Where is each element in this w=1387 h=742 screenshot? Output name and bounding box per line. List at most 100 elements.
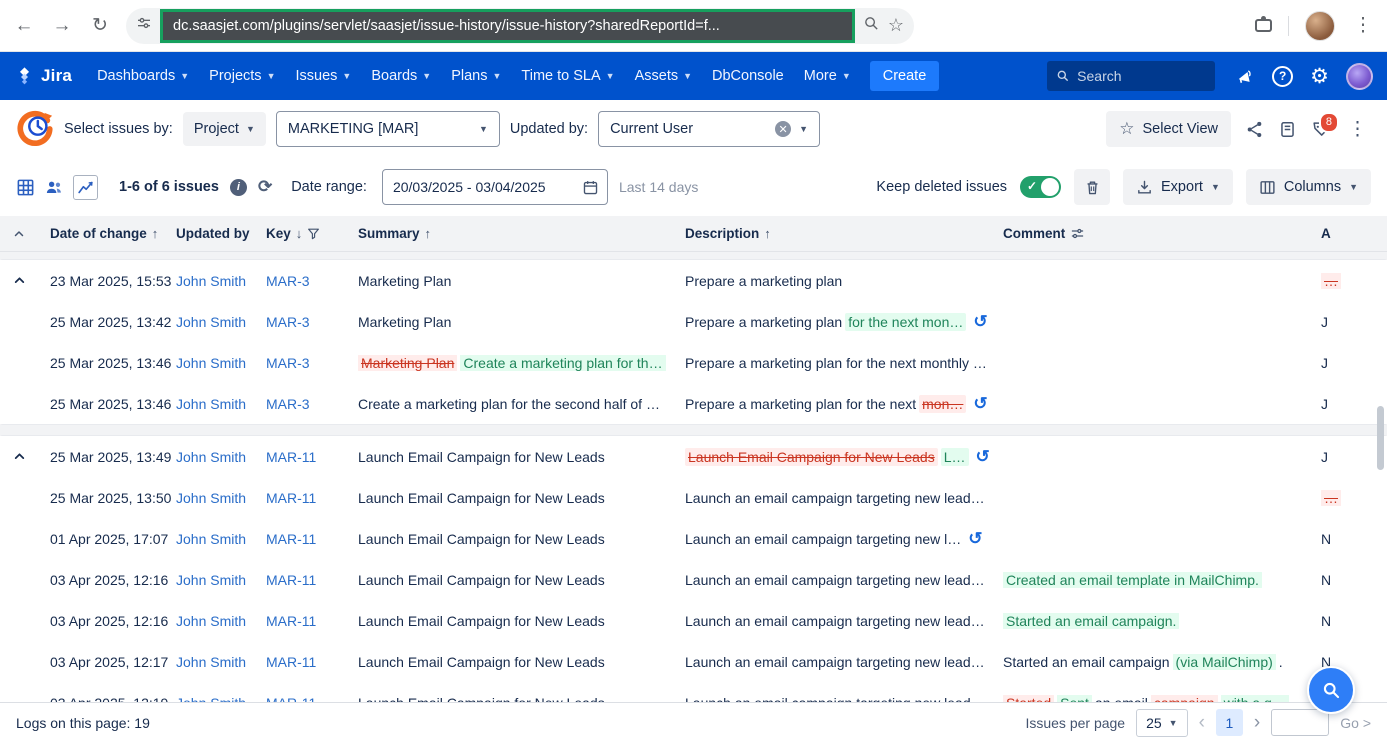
page-number-button[interactable]: 1 <box>1216 709 1243 736</box>
nav-item-projects[interactable]: Projects▼ <box>200 60 284 92</box>
cell-issue-key-link[interactable]: MAR-11 <box>266 654 316 670</box>
undo-change-icon[interactable]: ↺ <box>976 447 990 467</box>
table-row[interactable]: 25 Mar 2025, 13:46John SmithMAR-3Create … <box>0 383 1387 424</box>
sort-asc-icon[interactable]: ↑ <box>152 226 159 241</box>
nav-item-dbconsole[interactable]: DbConsole <box>703 60 793 92</box>
cell-updated-by-link[interactable]: John Smith <box>176 613 246 629</box>
header-date[interactable]: Date of change↑ <box>38 226 176 241</box>
updated-by-select[interactable]: Current User ✕ ▼ <box>598 111 820 147</box>
prev-page-icon[interactable]: ‹ <box>1199 713 1205 732</box>
labels-icon[interactable]: 8 <box>1311 120 1330 139</box>
table-view-icon[interactable] <box>16 178 35 197</box>
site-settings-icon[interactable] <box>136 15 152 36</box>
jira-logo[interactable]: Jira <box>14 66 72 87</box>
chart-view-icon[interactable] <box>73 175 98 200</box>
table-row[interactable]: 23 Mar 2025, 15:53John SmithMAR-3Marketi… <box>0 260 1387 301</box>
cell-issue-key-link[interactable]: MAR-3 <box>266 355 310 371</box>
cell-updated-by-link[interactable]: John Smith <box>176 355 246 371</box>
create-button[interactable]: Create <box>870 61 940 91</box>
go-to-page-label[interactable]: Go > <box>1340 715 1371 731</box>
table-row[interactable]: 25 Mar 2025, 13:50John SmithMAR-11Launch… <box>0 477 1387 518</box>
cell-updated-by-link[interactable]: John Smith <box>176 314 246 330</box>
help-icon[interactable]: ? <box>1272 66 1293 87</box>
clear-filter-icon[interactable]: ✕ <box>775 121 791 137</box>
table-row[interactable]: 03 Apr 2025, 12:19John SmithMAR-11Launch… <box>0 682 1387 702</box>
undo-change-icon[interactable]: ↺ <box>968 529 982 549</box>
table-row[interactable]: 03 Apr 2025, 12:16John SmithMAR-11Launch… <box>0 600 1387 641</box>
page-size-select[interactable]: 25▼ <box>1136 709 1188 737</box>
undo-change-icon[interactable]: ↺ <box>973 312 987 332</box>
trash-icon[interactable] <box>1074 169 1110 205</box>
reload-icon[interactable]: ↻ <box>88 14 112 37</box>
forward-icon[interactable]: → <box>50 15 74 37</box>
back-icon[interactable]: ← <box>12 15 36 37</box>
cell-issue-key-link[interactable]: MAR-11 <box>266 531 316 547</box>
cell-updated-by-link[interactable]: John Smith <box>176 695 246 703</box>
cell-issue-key-link[interactable]: MAR-11 <box>266 695 316 703</box>
extensions-icon[interactable] <box>1255 19 1272 32</box>
cell-issue-key-link[interactable]: MAR-11 <box>266 490 316 506</box>
zoom-icon[interactable] <box>863 15 880 37</box>
nav-item-issues[interactable]: Issues▼ <box>286 60 360 92</box>
cell-updated-by-link[interactable]: John Smith <box>176 449 246 465</box>
cell-updated-by-link[interactable]: John Smith <box>176 531 246 547</box>
bookmark-star-icon[interactable]: ☆ <box>888 15 904 36</box>
filter-mode-dropdown[interactable]: Project▼ <box>183 112 266 146</box>
page-jump-input[interactable] <box>1271 709 1329 736</box>
sort-asc-icon[interactable]: ↑ <box>764 226 771 241</box>
info-icon[interactable]: i <box>230 179 247 196</box>
global-search-input[interactable]: Search <box>1047 61 1215 91</box>
preset-range-text[interactable]: Last 14 days <box>619 179 698 195</box>
header-assignee-clipped[interactable]: A <box>1321 226 1387 241</box>
group-collapse-icon[interactable] <box>13 274 26 287</box>
comment-settings-icon[interactable] <box>1070 226 1085 241</box>
browser-profile-avatar[interactable] <box>1305 11 1335 41</box>
vertical-scrollbar[interactable] <box>1377 406 1384 470</box>
cell-issue-key-link[interactable]: MAR-11 <box>266 572 316 588</box>
nav-item-assets[interactable]: Assets▼ <box>626 60 701 92</box>
cell-updated-by-link[interactable]: John Smith <box>176 490 246 506</box>
cell-updated-by-link[interactable]: John Smith <box>176 273 246 289</box>
address-bar[interactable]: dc.saasjet.com/plugins/servlet/saasjet/i… <box>126 8 914 44</box>
refresh-icon[interactable]: ⟳ <box>258 177 272 197</box>
cell-issue-key-link[interactable]: MAR-11 <box>266 449 316 465</box>
browser-menu-icon[interactable]: ⋮ <box>1351 14 1375 37</box>
header-description[interactable]: Description↑ <box>685 226 1003 241</box>
select-view-button[interactable]: ☆ Select View <box>1106 111 1231 147</box>
header-updated-by[interactable]: Updated by <box>176 226 266 241</box>
table-row[interactable]: 01 Apr 2025, 17:07John SmithMAR-11Launch… <box>0 518 1387 559</box>
nav-item-dashboards[interactable]: Dashboards▼ <box>88 60 198 92</box>
sort-desc-icon[interactable]: ↓ <box>296 226 303 241</box>
announcements-icon[interactable] <box>1235 66 1255 86</box>
share-icon[interactable] <box>1245 120 1264 139</box>
nav-item-boards[interactable]: Boards▼ <box>362 60 440 92</box>
cell-issue-key-link[interactable]: MAR-11 <box>266 613 316 629</box>
nav-item-time-to-sla[interactable]: Time to SLA▼ <box>512 60 623 92</box>
calendar-icon[interactable] <box>582 179 599 196</box>
header-comment[interactable]: Comment <box>1003 226 1321 241</box>
table-row[interactable]: 25 Mar 2025, 13:46John SmithMAR-3Marketi… <box>0 342 1387 383</box>
header-summary[interactable]: Summary↑ <box>358 226 685 241</box>
saved-reports-icon[interactable] <box>1278 120 1297 139</box>
group-collapse-icon[interactable] <box>13 450 26 463</box>
more-options-icon[interactable]: ⋮ <box>1344 118 1371 141</box>
filter-funnel-icon[interactable] <box>307 227 320 240</box>
table-row[interactable]: 03 Apr 2025, 12:16John SmithMAR-11Launch… <box>0 559 1387 600</box>
jira-profile-avatar[interactable] <box>1346 63 1373 90</box>
collapse-all-icon[interactable] <box>13 228 25 240</box>
cell-updated-by-link[interactable]: John Smith <box>176 572 246 588</box>
date-range-value[interactable] <box>393 179 574 195</box>
settings-gear-icon[interactable]: ⚙ <box>1310 66 1329 87</box>
date-range-input[interactable] <box>382 169 608 205</box>
cell-updated-by-link[interactable]: John Smith <box>176 396 246 412</box>
table-row[interactable]: 25 Mar 2025, 13:49John SmithMAR-11Launch… <box>0 436 1387 477</box>
keep-deleted-toggle[interactable]: ✓ <box>1020 176 1061 198</box>
table-row[interactable]: 03 Apr 2025, 12:17John SmithMAR-11Launch… <box>0 641 1387 682</box>
export-button[interactable]: Export ▼ <box>1123 169 1233 205</box>
header-key[interactable]: Key↓ <box>266 226 358 241</box>
cell-issue-key-link[interactable]: MAR-3 <box>266 273 310 289</box>
project-select[interactable]: MARKETING [MAR]▼ <box>276 111 500 147</box>
cell-issue-key-link[interactable]: MAR-3 <box>266 314 310 330</box>
nav-item-plans[interactable]: Plans▼ <box>442 60 510 92</box>
url-text[interactable]: dc.saasjet.com/plugins/servlet/saasjet/i… <box>160 9 855 43</box>
